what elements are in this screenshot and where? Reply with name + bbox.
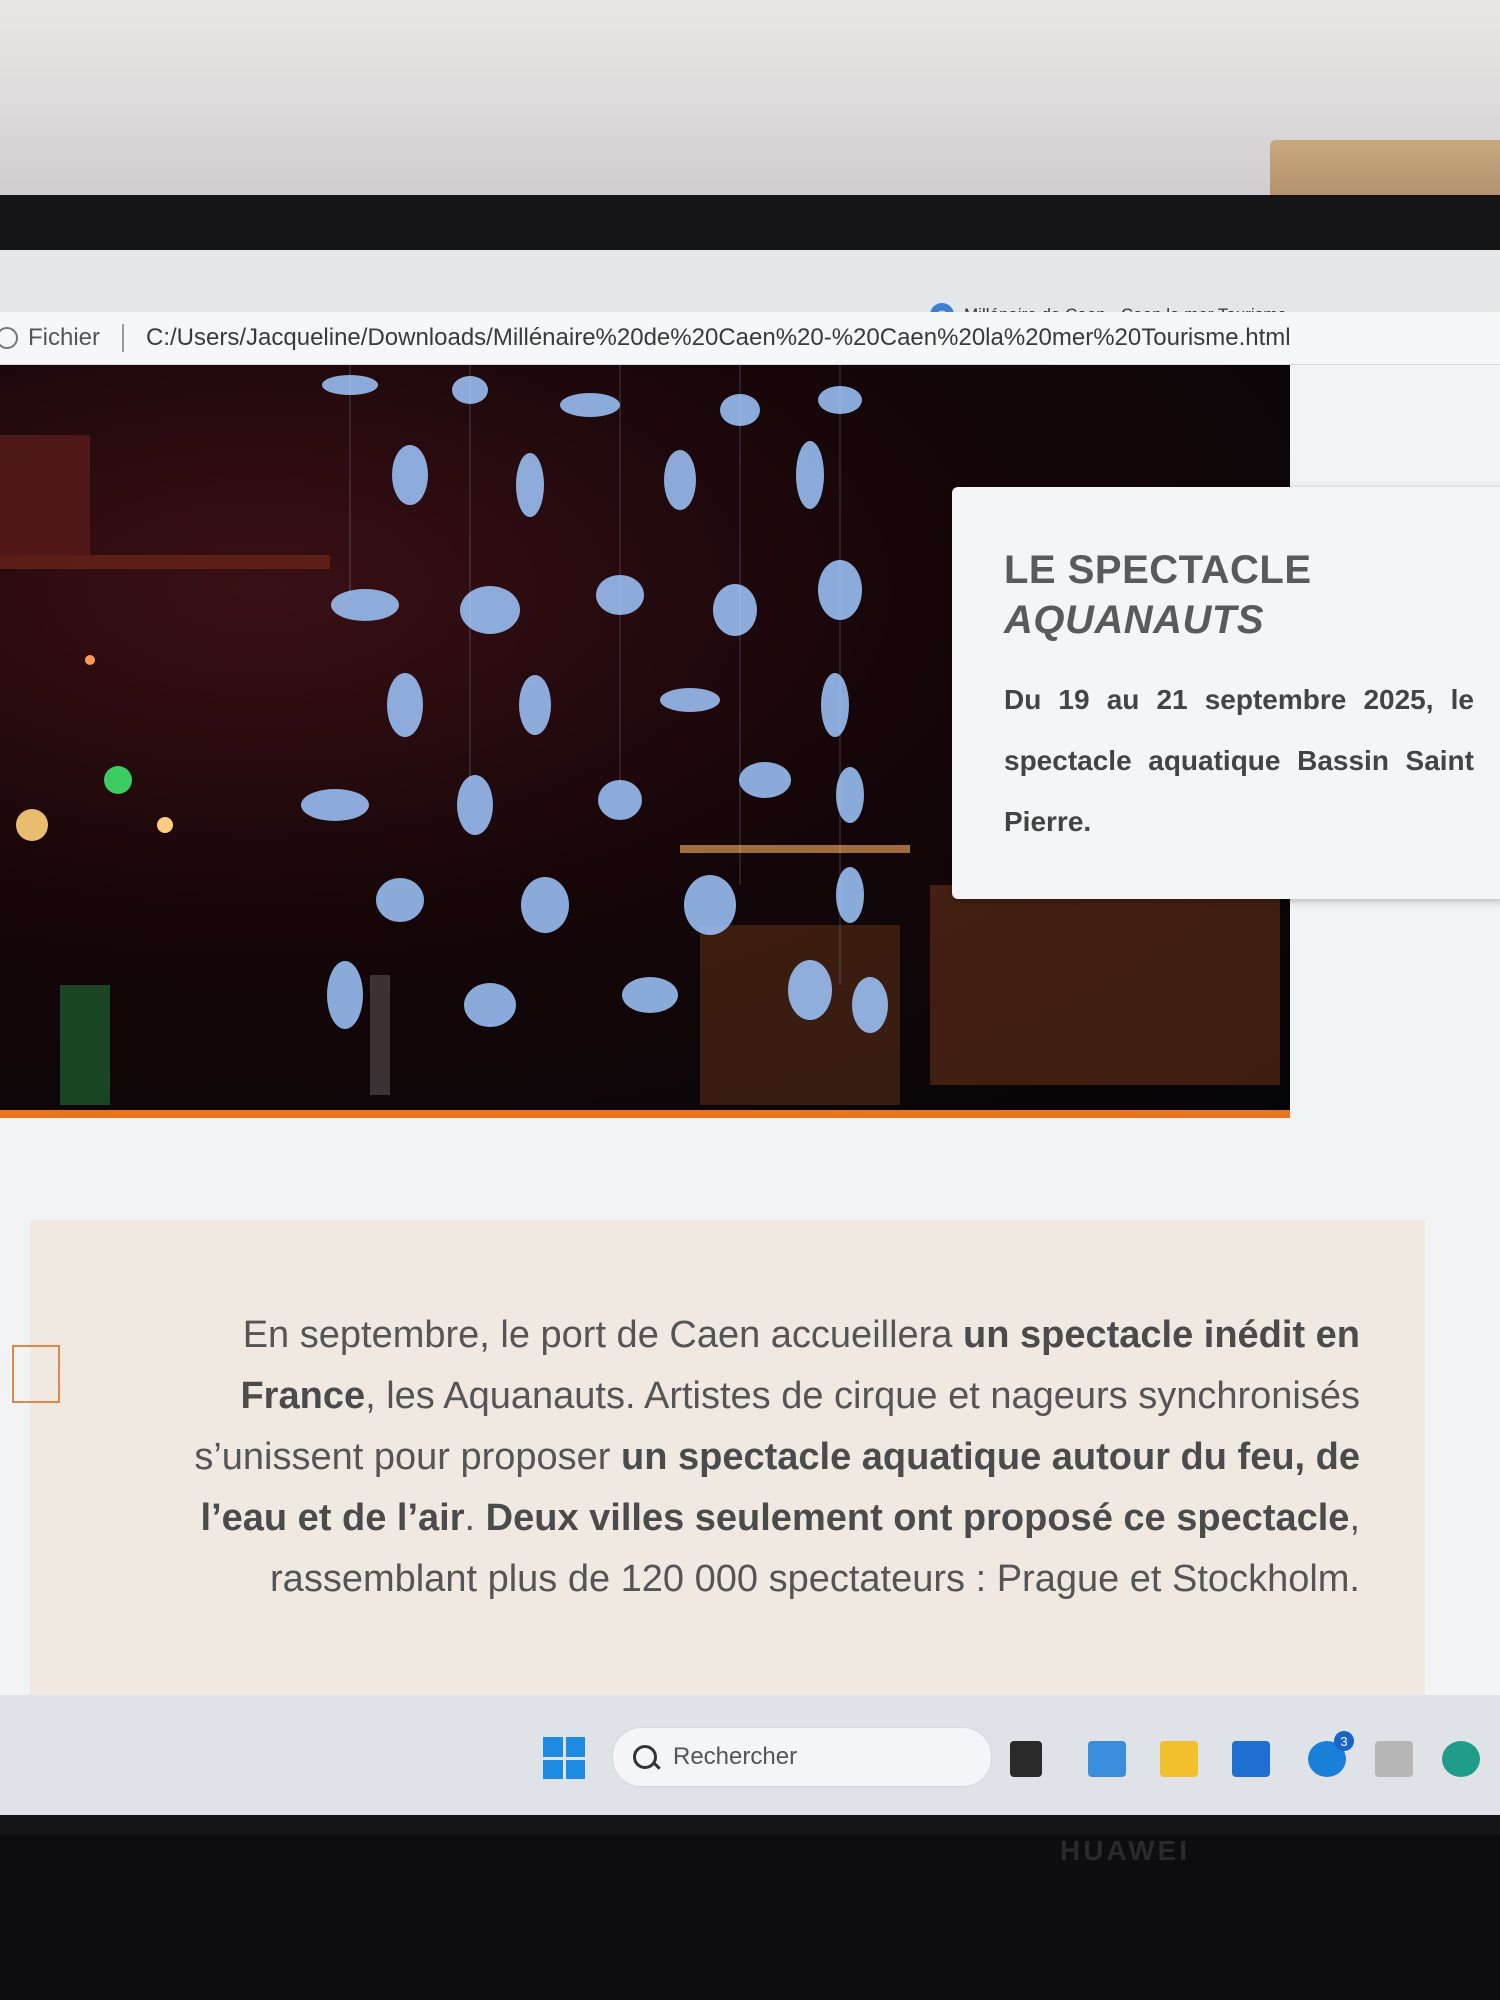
taskbar-search[interactable]: Rechercher [612, 1727, 992, 1787]
windows-taskbar: Rechercher 3 [0, 1695, 1500, 1815]
windows-logo-icon [543, 1737, 563, 1757]
search-icon [633, 1745, 657, 1769]
address-url[interactable]: C:/Users/Jacqueline/Downloads/Millénaire… [146, 324, 1291, 352]
hero-accent-line [0, 1110, 1290, 1118]
screen: ◉ Millénaire de Caen - Caen la mer Touri… [0, 250, 1500, 1815]
browser-tab-bar: ◉ Millénaire de Caen - Caen la mer Touri… [0, 250, 1500, 327]
edge-browser-icon[interactable] [1442, 1741, 1480, 1777]
article-text-1: En septembre, le port de Caen accueiller… [242, 1314, 963, 1356]
outlook-icon[interactable] [1232, 1741, 1270, 1777]
site-info-button[interactable]: Fichier [0, 324, 100, 352]
spectacle-info-card: LE SPECTACLE AQUANAUTS Du 19 au 21 septe… [952, 487, 1500, 899]
photos-app-icon[interactable] [1088, 1741, 1126, 1777]
address-bar[interactable]: Fichier C:/Users/Jacqueline/Downloads/Mi… [0, 312, 1500, 365]
skype-badge: 3 [1334, 1731, 1354, 1751]
pinned-app-icon[interactable] [1375, 1741, 1413, 1777]
web-page: LE SPECTACLE AQUANAUTS Du 19 au 21 septe… [0, 365, 1500, 1695]
search-placeholder: Rechercher [673, 1743, 798, 1770]
file-explorer-icon[interactable] [1160, 1741, 1198, 1777]
info-card-title-line1: LE SPECTACLE [1004, 548, 1312, 592]
info-icon [0, 327, 18, 349]
article-text-3: . [464, 1497, 486, 1539]
info-card-body: Du 19 au 21 septembre 2025, le spectacle… [1004, 684, 1474, 837]
address-divider [122, 324, 125, 352]
task-view-icon[interactable] [1010, 1741, 1042, 1777]
info-card-title-line2: AQUANAUTS [1004, 598, 1265, 642]
address-label: Fichier [28, 324, 101, 351]
quote-icon [12, 1345, 60, 1403]
info-card-title: LE SPECTACLE AQUANAUTS [1004, 545, 1312, 645]
start-button[interactable] [543, 1737, 585, 1779]
article-paragraph: En septembre, le port de Caen accueiller… [190, 1305, 1360, 1610]
monitor-brand-logo: HUAWEI [1060, 1835, 1190, 1866]
skype-icon[interactable]: 3 [1308, 1731, 1354, 1777]
article-bold-3: Deux villes seulement ont proposé ce spe… [485, 1497, 1350, 1539]
